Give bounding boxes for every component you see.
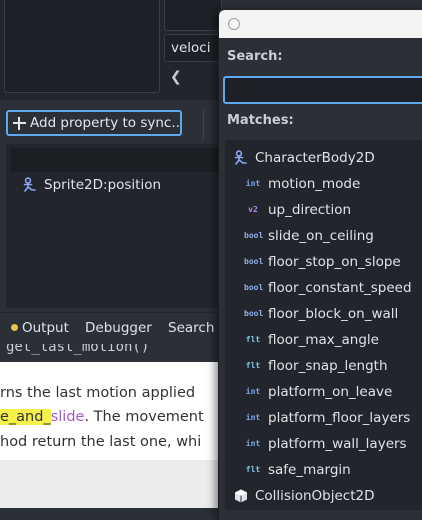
match-category-characterbody2d[interactable]: CharacterBody2D <box>233 150 375 166</box>
toolbar-separator <box>203 110 204 140</box>
add-property-button[interactable]: Add property to sync... <box>6 110 182 136</box>
match-item[interactable]: bool floor_stop_on_slope <box>244 254 401 270</box>
match-item-label: floor_block_on_wall <box>268 306 399 322</box>
match-category-collisionobject2d[interactable]: CollisionObject2D <box>233 488 375 504</box>
match-item[interactable]: flt floor_max_angle <box>244 332 379 348</box>
chevron-left-icon[interactable]: ❮ <box>170 69 182 85</box>
field-value-text: veloci <box>171 40 211 56</box>
type-int-icon: int <box>245 413 261 422</box>
type-v2-icon: v2 <box>248 205 258 214</box>
matches-list <box>225 140 422 510</box>
match-item-label: slide_on_ceiling <box>268 228 374 244</box>
match-item[interactable]: bool floor_block_on_wall <box>244 306 398 322</box>
tab-output[interactable]: Output <box>11 320 69 336</box>
plus-icon <box>13 116 26 130</box>
match-item-label: platform_wall_layers <box>268 436 407 452</box>
tree-item-sprite-position[interactable]: Sprite2D:position <box>22 177 161 193</box>
inspector-value-field[interactable]: veloci <box>164 34 222 62</box>
doc-line-2-rest: . The movement <box>84 409 204 425</box>
tab-debugger[interactable]: Debugger <box>85 320 152 336</box>
match-item[interactable]: flt safe_margin <box>244 462 351 478</box>
doc-link-slide[interactable]: slide <box>51 409 85 425</box>
doc-shadow-area <box>0 460 218 508</box>
match-item-label: platform_on_leave <box>268 384 393 400</box>
type-int-icon: int <box>245 387 261 396</box>
match-item-label: motion_mode <box>268 176 361 192</box>
match-item[interactable]: int platform_on_leave <box>244 384 393 400</box>
doc-line-1: rns the last motion applied <box>0 385 196 401</box>
match-item[interactable]: int platform_wall_layers <box>244 436 407 452</box>
type-flt-icon: flt <box>245 465 261 474</box>
search-input[interactable] <box>223 76 422 104</box>
match-item-label: floor_constant_speed <box>268 280 412 296</box>
match-item-label: safe_margin <box>268 462 351 478</box>
status-dot-icon <box>11 324 18 331</box>
type-bool-icon: bool <box>244 231 264 240</box>
tree-item-label: Sprite2D:position <box>44 177 162 193</box>
match-item-label: up_direction <box>268 202 352 218</box>
match-category-label: CollisionObject2D <box>255 488 375 504</box>
type-bool-icon: bool <box>244 257 264 266</box>
characterbody2d-icon <box>234 150 247 165</box>
match-item[interactable]: int motion_mode <box>244 176 361 192</box>
match-item-label: platform_floor_layers <box>268 410 411 426</box>
match-item[interactable]: flt floor_snap_length <box>244 358 388 374</box>
type-flt-icon: flt <box>245 335 261 344</box>
match-item[interactable]: v2 up_direction <box>244 202 351 218</box>
tree-header-row[interactable] <box>10 148 218 172</box>
matches-label: Matches: <box>227 113 294 128</box>
match-item-label: floor_snap_length <box>268 358 388 374</box>
match-item-label: floor_max_angle <box>268 332 379 348</box>
match-item[interactable]: bool floor_constant_speed <box>244 280 412 296</box>
doc-line-2: e_and_slide. The movement <box>0 409 204 425</box>
inspector-panel <box>4 0 160 93</box>
type-int-icon: int <box>245 179 261 188</box>
window-close-icon[interactable] <box>228 18 240 30</box>
doc-method-signature: get_last_motion() <box>6 344 150 355</box>
type-bool-icon: bool <box>244 309 264 318</box>
doc-highlight: e_and_ <box>0 409 51 425</box>
collisionobject2d-icon <box>235 489 247 503</box>
match-item[interactable]: bool slide_on_ceiling <box>244 228 374 244</box>
match-item-label: floor_stop_on_slope <box>268 254 401 270</box>
type-flt-icon: flt <box>245 361 261 370</box>
type-int-icon: int <box>245 439 261 448</box>
doc-line-3: hod return the last one, whi <box>0 434 202 450</box>
search-label: Search: <box>227 49 283 64</box>
dialog-titlebar[interactable] <box>219 10 422 38</box>
tab-output-label: Output <box>22 320 69 336</box>
match-item[interactable]: int platform_floor_layers <box>244 410 411 426</box>
match-category-label: CharacterBody2D <box>255 150 375 166</box>
node-2d-icon <box>23 177 36 192</box>
type-bool-icon: bool <box>244 283 264 292</box>
add-property-label: Add property to sync... <box>30 115 182 131</box>
inspector-field-top[interactable] <box>164 0 222 31</box>
doc-method-header: get_last_motion() <box>0 344 218 362</box>
